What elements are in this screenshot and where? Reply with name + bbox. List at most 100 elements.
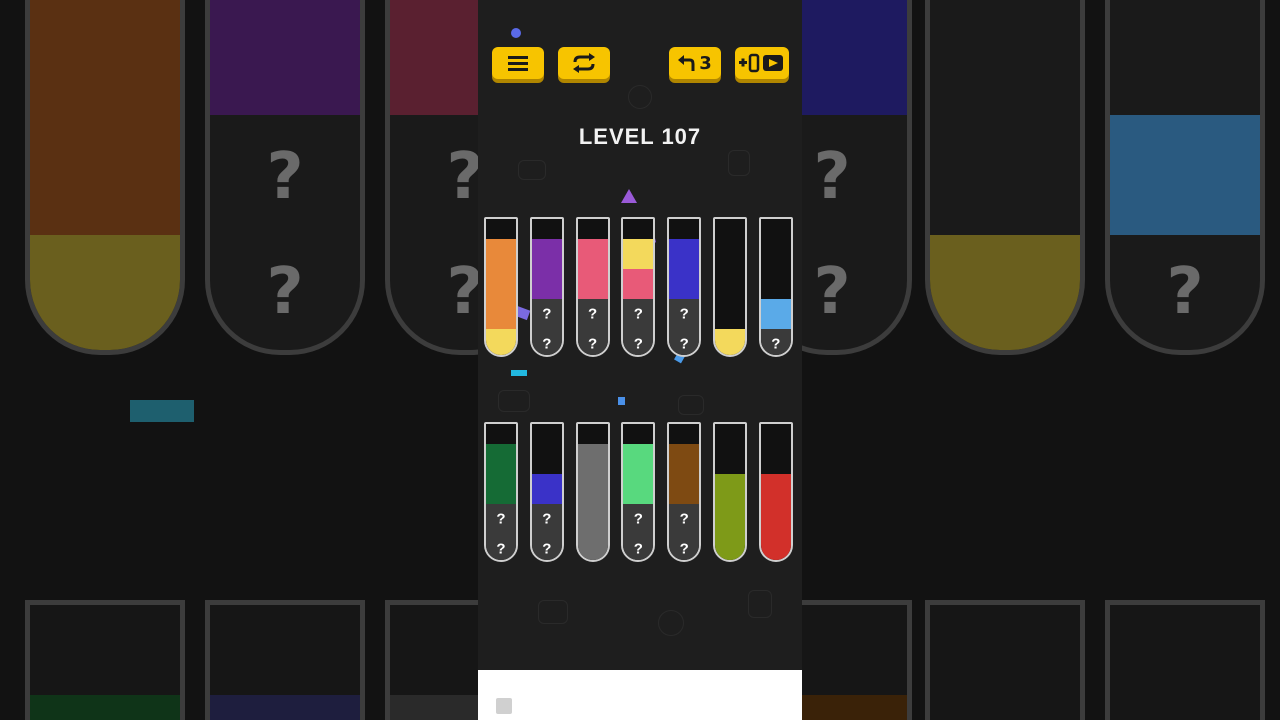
liquid-layer bbox=[669, 474, 700, 504]
empty-space bbox=[761, 269, 791, 299]
hidden-layer: ? bbox=[669, 329, 700, 355]
empty-space bbox=[761, 239, 791, 269]
tube[interactable] bbox=[575, 422, 610, 562]
bottom-bar bbox=[478, 670, 802, 720]
hidden-marker: ? bbox=[679, 335, 689, 353]
doodle-decoration bbox=[518, 160, 546, 180]
hidden-layer: ? bbox=[577, 329, 608, 355]
tube[interactable]: ?? bbox=[667, 217, 702, 357]
empty-space bbox=[623, 424, 653, 444]
background-tube bbox=[925, 0, 1085, 355]
hidden-marker: ? bbox=[771, 335, 781, 353]
tube[interactable] bbox=[713, 422, 747, 562]
hidden-layer: ? bbox=[577, 299, 608, 329]
empty-space bbox=[715, 219, 745, 239]
liquid-layer bbox=[577, 239, 608, 269]
liquid-layer bbox=[669, 444, 700, 474]
tube[interactable]: ?? bbox=[667, 422, 702, 562]
add-tube-video-button[interactable] bbox=[735, 47, 789, 79]
liquid-layer bbox=[486, 269, 516, 299]
add-tube-video-icon bbox=[739, 53, 783, 73]
hidden-layer: ? bbox=[669, 534, 700, 560]
menu-icon bbox=[508, 56, 528, 71]
confetti-piece bbox=[618, 397, 625, 405]
background-tube bbox=[385, 600, 478, 720]
tube[interactable]: ?? bbox=[621, 217, 656, 357]
empty-space bbox=[486, 424, 516, 444]
liquid-layer bbox=[577, 269, 608, 299]
tube[interactable]: ?? bbox=[575, 217, 610, 357]
liquid-layer bbox=[669, 269, 700, 299]
liquid-layer bbox=[531, 269, 562, 299]
background-tube bbox=[925, 600, 1085, 720]
background-tube bbox=[1105, 600, 1265, 720]
empty-space bbox=[715, 269, 745, 299]
tube[interactable] bbox=[758, 422, 793, 562]
liquid-layer bbox=[531, 474, 562, 504]
liquid-layer bbox=[486, 329, 516, 355]
level-title: LEVEL 107 bbox=[578, 124, 702, 149]
background-tube: ? ? bbox=[205, 0, 365, 355]
empty-space bbox=[715, 239, 745, 269]
tube[interactable]: ?? bbox=[529, 217, 564, 357]
hidden-marker: ? bbox=[588, 305, 598, 323]
menu-button[interactable] bbox=[492, 47, 544, 79]
empty-space bbox=[669, 424, 699, 444]
empty-space bbox=[669, 219, 699, 239]
liquid-layer bbox=[531, 239, 562, 269]
hidden-marker: ? bbox=[542, 305, 552, 323]
liquid-layer bbox=[577, 444, 608, 474]
hidden-marker: ? bbox=[633, 510, 643, 528]
liquid-layer bbox=[715, 504, 745, 534]
background-tube bbox=[205, 600, 365, 720]
restart-icon bbox=[573, 53, 595, 73]
confetti-piece bbox=[621, 189, 637, 203]
hidden-layer: ? bbox=[669, 504, 700, 534]
liquid-layer bbox=[623, 269, 654, 299]
hidden-marker: ? bbox=[588, 335, 598, 353]
doodle-decoration bbox=[538, 600, 568, 624]
restart-button[interactable] bbox=[558, 47, 610, 79]
empty-space bbox=[532, 444, 562, 474]
tube[interactable]: ? bbox=[758, 217, 793, 357]
hidden-marker: ? bbox=[542, 510, 552, 528]
tube[interactable]: ?? bbox=[621, 422, 656, 562]
tube[interactable] bbox=[484, 217, 518, 357]
liquid-layer bbox=[486, 474, 516, 504]
empty-space bbox=[761, 424, 791, 444]
undo-button[interactable]: 3 bbox=[669, 47, 721, 79]
liquid-layer bbox=[760, 534, 791, 560]
doodle-decoration bbox=[498, 390, 530, 412]
hidden-marker: ? bbox=[542, 335, 552, 353]
tube[interactable] bbox=[713, 217, 747, 357]
game-screen: 3 LEVEL 107 ????????????????? bbox=[478, 0, 802, 670]
empty-space bbox=[578, 219, 608, 239]
hidden-marker: ? bbox=[679, 540, 689, 558]
liquid-layer bbox=[760, 474, 791, 504]
hidden-layer: ? bbox=[623, 329, 654, 355]
liquid-layer bbox=[486, 444, 516, 474]
empty-space bbox=[486, 219, 516, 239]
hidden-marker: ? bbox=[542, 540, 552, 558]
liquid-layer bbox=[760, 504, 791, 534]
hidden-marker: ? bbox=[679, 305, 689, 323]
liquid-layer bbox=[623, 444, 654, 474]
hidden-layer: ? bbox=[531, 329, 562, 355]
ad-placeholder-icon bbox=[496, 698, 512, 714]
hidden-layer: ? bbox=[623, 534, 654, 560]
background-blur-right: ? ? ? bbox=[802, 0, 1280, 720]
hidden-marker: ? bbox=[633, 335, 643, 353]
background-blur-left: ? ? ? ? bbox=[0, 0, 478, 720]
liquid-layer bbox=[669, 239, 700, 269]
hidden-marker: ? bbox=[496, 540, 506, 558]
hidden-layer: ? bbox=[623, 504, 654, 534]
hidden-layer: ? bbox=[760, 329, 791, 355]
tube[interactable]: ?? bbox=[484, 422, 518, 562]
hidden-marker: ? bbox=[633, 540, 643, 558]
hidden-layer: ? bbox=[486, 534, 516, 560]
doodle-decoration bbox=[678, 395, 704, 415]
confetti-piece bbox=[511, 28, 521, 38]
undo-icon bbox=[678, 55, 695, 71]
empty-space bbox=[623, 219, 653, 239]
tube[interactable]: ?? bbox=[529, 422, 564, 562]
